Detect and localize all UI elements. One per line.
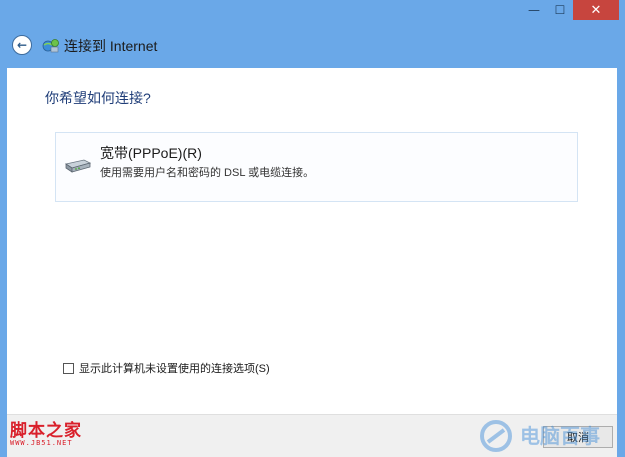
option-title: 宽带(PPPoE)(R) [100,145,202,161]
show-unconfigured-options-row[interactable]: 显示此计算机未设置使用的连接选项(S) [63,360,270,376]
checkbox-label: 显示此计算机未设置使用的连接选项(S) [79,363,270,375]
maximize-button[interactable]: ☐ [547,0,573,20]
option-broadband-pppoe[interactable]: 宽带(PPPoE)(R) 使用需要用户名和密码的 DSL 或电缆连接。 [55,132,578,202]
page-title: 连接到 Internet [64,38,158,54]
option-description: 使用需要用户名和密码的 DSL 或电缆连接。 [100,167,315,179]
titlebar-buttons: — ☐ ✕ [521,0,619,20]
watermark-right: 电脑百事 [468,414,625,457]
watermark-left-url: WWW.JB51.NET [10,439,73,447]
watermark-left: 脚本之家 WWW.JB51.NET [10,416,82,447]
watermark-logo-icon [480,420,512,452]
minimize-button[interactable]: — [521,0,547,20]
show-unconfigured-options-checkbox[interactable] [63,362,74,374]
close-button[interactable]: ✕ [573,0,619,20]
back-button[interactable]: ← [12,35,32,55]
question-heading: 你希望如何连接? [45,90,151,106]
network-globe-icon [42,39,59,53]
header: ← 连接到 Internet [0,22,625,68]
modem-icon [64,159,92,173]
content-area: 你希望如何连接? 宽带(PPPoE)(R) 使用需要用户名和密码的 DSL 或电… [7,68,617,414]
back-arrow-icon: ← [16,38,28,52]
watermark-right-text: 电脑百事 [520,426,600,448]
watermark-left-title: 脚本之家 [10,421,82,441]
window: — ☐ ✕ ← 连接到 Internet 你希望如何连接? 宽带(PPPoE)(… [0,0,625,457]
